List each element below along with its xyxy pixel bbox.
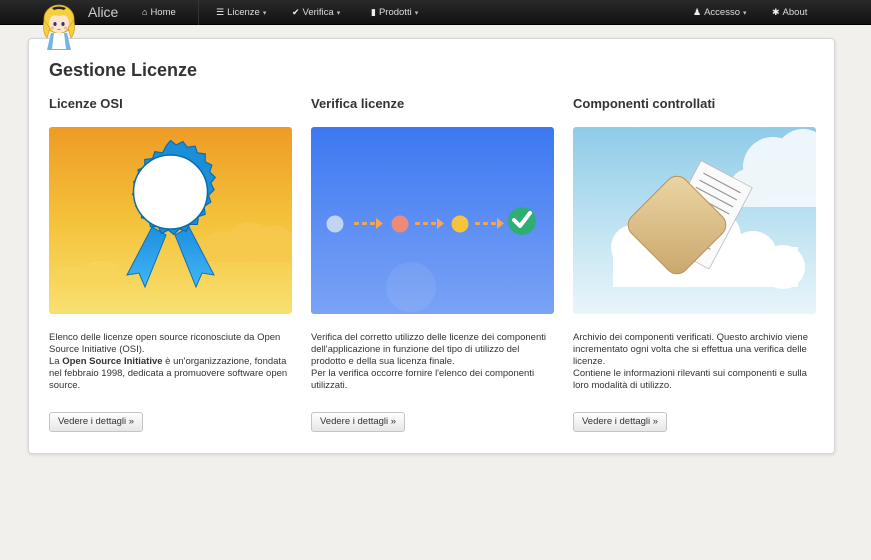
main-panel: Gestione Licenze Licenze OSI Elenco dell… (28, 38, 835, 454)
column-title: Componenti controllati (573, 96, 716, 111)
home-icon: ⌂ (142, 7, 148, 17)
verifica-licenze-details-button[interactable]: Vedere i dettagli » (311, 412, 406, 432)
caret-down-icon: ▾ (336, 10, 341, 17)
nav-home[interactable]: ⌂ Home (142, 0, 176, 25)
alice-mascot-logo[interactable] (38, 2, 80, 54)
column-description: Archivio dei componenti verificati. Ques… (573, 332, 808, 391)
componenti-details-button[interactable]: Vedere i dettagli » (573, 412, 668, 432)
user-icon: ♟ (693, 7, 702, 17)
archive-folder-image (573, 127, 816, 314)
column-description: Elenco delle licenze open source riconos… (49, 332, 288, 391)
column-componenti-controllati: Componenti controllati Archivio dei comp… (573, 96, 816, 432)
nav-verifica-dropdown[interactable]: ✔ Verifica ▾ (292, 0, 340, 25)
nav-accesso-dropdown[interactable]: ♟ Accesso ▾ (693, 0, 747, 25)
archive-folder-icon (573, 127, 816, 314)
top-navbar: Alice ⌂ Home ☰ Licenze ▾ ✔ Verifica ▾ ▮ Prodot… (0, 0, 871, 25)
column-title: Licenze OSI (49, 96, 123, 111)
file-icon: ▮ (371, 7, 376, 17)
asterisk-icon: ✱ (772, 7, 780, 17)
nav-prodotti-dropdown[interactable]: ▮ Prodotti ▾ (371, 0, 418, 25)
verification-flow-image (311, 127, 554, 314)
column-title: Verifica licenze (311, 96, 405, 111)
licenze-osi-details-button[interactable]: Vedere i dettagli » (49, 412, 144, 432)
brand-link[interactable]: Alice (88, 4, 118, 20)
nav-divider (198, 0, 199, 25)
nav-about[interactable]: ✱ About (772, 0, 807, 25)
check-icon: ✔ (292, 7, 300, 17)
page-title: Gestione Licenze (49, 60, 198, 80)
verification-flow-icon (311, 127, 554, 314)
column-licenze-osi: Licenze OSI Elenco delle licenze open so… (49, 96, 292, 432)
nav-licenze-dropdown[interactable]: ☰ Licenze ▾ (216, 0, 266, 25)
column-description: Verifica del corretto utilizzo delle lic… (311, 332, 546, 391)
caret-down-icon: ▾ (742, 10, 747, 17)
caret-down-icon: ▾ (414, 10, 419, 17)
column-verifica-licenze: Verifica licenze Verifica del corretto u… (311, 96, 554, 432)
ribbon-award-icon (49, 127, 292, 314)
ribbon-award-image (49, 127, 292, 314)
caret-down-icon: ▾ (262, 10, 267, 17)
list-icon: ☰ (216, 7, 225, 17)
